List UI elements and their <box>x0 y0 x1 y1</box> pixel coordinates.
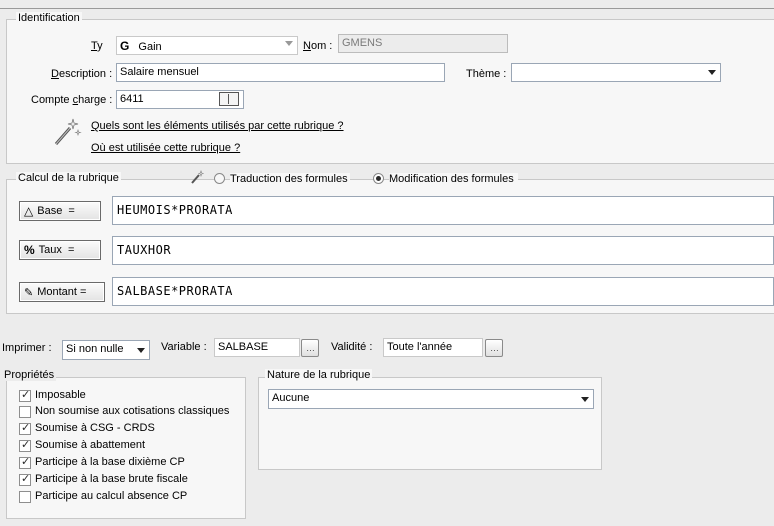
checkbox-absence-cp-label: Participe au calcul absence CP <box>35 490 188 502</box>
type-label: Ty <box>91 40 103 52</box>
theme-label: Thème : <box>466 68 507 80</box>
checkbox-csg-crds-label: Soumise à CSG - CRDS <box>35 422 155 434</box>
radio-traduction[interactable] <box>214 173 225 184</box>
variable-field[interactable]: SALBASE <box>214 338 300 357</box>
montant-button[interactable]: ✎ Montant = <box>19 282 105 302</box>
checkbox-non-soumise[interactable] <box>19 406 31 418</box>
chevron-down-icon <box>581 397 589 402</box>
magic-wand-icon <box>54 118 82 145</box>
checkbox-brute-fiscale-label: Participe à la base brute fiscale <box>35 473 188 485</box>
imprimer-select[interactable]: Si non nulle <box>62 340 150 360</box>
book-icon[interactable] <box>219 92 239 106</box>
radio-traduction-label[interactable]: Traduction des formules <box>230 173 350 185</box>
link-where-used[interactable]: Où est utilisée cette rubrique ? <box>91 142 240 154</box>
chevron-down-icon <box>285 41 293 46</box>
radio-modification-label[interactable]: Modification des formules <box>389 173 518 185</box>
base-formula-field[interactable]: HEUMOIS*PRORATA <box>112 196 774 225</box>
validite-label: Validité : <box>331 341 373 353</box>
radio-modification[interactable] <box>373 173 384 184</box>
compte-label: Compte charge : <box>31 94 113 106</box>
checkbox-non-soumise-label: Non soumise aux cotisations classiques <box>35 405 230 417</box>
type-select[interactable]: G Gain <box>116 36 298 55</box>
taux-formula-field[interactable]: TAUXHOR <box>112 236 774 265</box>
checkbox-base-dixieme[interactable] <box>19 455 31 469</box>
checkbox-abattement-label: Soumise à abattement <box>35 439 146 451</box>
coins-icon: ✎ <box>24 286 34 299</box>
theme-select[interactable] <box>511 63 721 82</box>
validite-field[interactable]: Toute l'année <box>383 338 483 357</box>
type-value: Gain <box>138 41 162 53</box>
chevron-down-icon <box>708 70 716 75</box>
montant-formula-field[interactable]: SALBASE*PRORATA <box>112 277 774 306</box>
description-field[interactable]: Salaire mensuel <box>116 63 445 82</box>
identification-title: Identification <box>16 12 82 24</box>
checkbox-brute-fiscale[interactable] <box>19 472 31 486</box>
variable-browse-button[interactable] <box>301 339 319 357</box>
gain-icon: G <box>120 39 130 53</box>
checkbox-absence-cp[interactable] <box>19 491 31 503</box>
nom-field[interactable]: GMENS <box>338 34 508 53</box>
checkbox-base-dixieme-label: Participe à la base dixième CP <box>35 456 185 468</box>
percent-icon: % <box>24 243 35 257</box>
checkbox-imposable-label: Imposable <box>35 389 86 401</box>
validite-browse-button[interactable] <box>485 339 503 357</box>
imprimer-label: Imprimer : <box>2 342 52 354</box>
checkbox-csg-crds[interactable] <box>19 421 31 435</box>
chevron-down-icon <box>137 348 145 353</box>
nature-title: Nature de la rubrique <box>265 369 373 381</box>
triangle-icon: △ <box>24 204 34 218</box>
description-label: Description : <box>51 68 113 80</box>
taux-button[interactable]: % Taux = <box>19 240 101 260</box>
nature-select[interactable]: Aucune <box>268 389 594 409</box>
variable-label: Variable : <box>161 341 207 353</box>
checkbox-imposable[interactable] <box>19 388 31 402</box>
proprietes-title: Propriétés <box>2 369 57 381</box>
link-elements-used[interactable]: Quels sont les éléments utilisés par cet… <box>91 120 344 132</box>
window-top-edge <box>0 0 774 9</box>
checkbox-abattement[interactable] <box>19 438 31 452</box>
nom-label: Nom : <box>303 40 333 52</box>
base-button[interactable]: △ Base = <box>19 201 101 221</box>
magic-wand-small-icon <box>191 170 204 184</box>
calcul-title: Calcul de la rubrique <box>16 172 121 184</box>
